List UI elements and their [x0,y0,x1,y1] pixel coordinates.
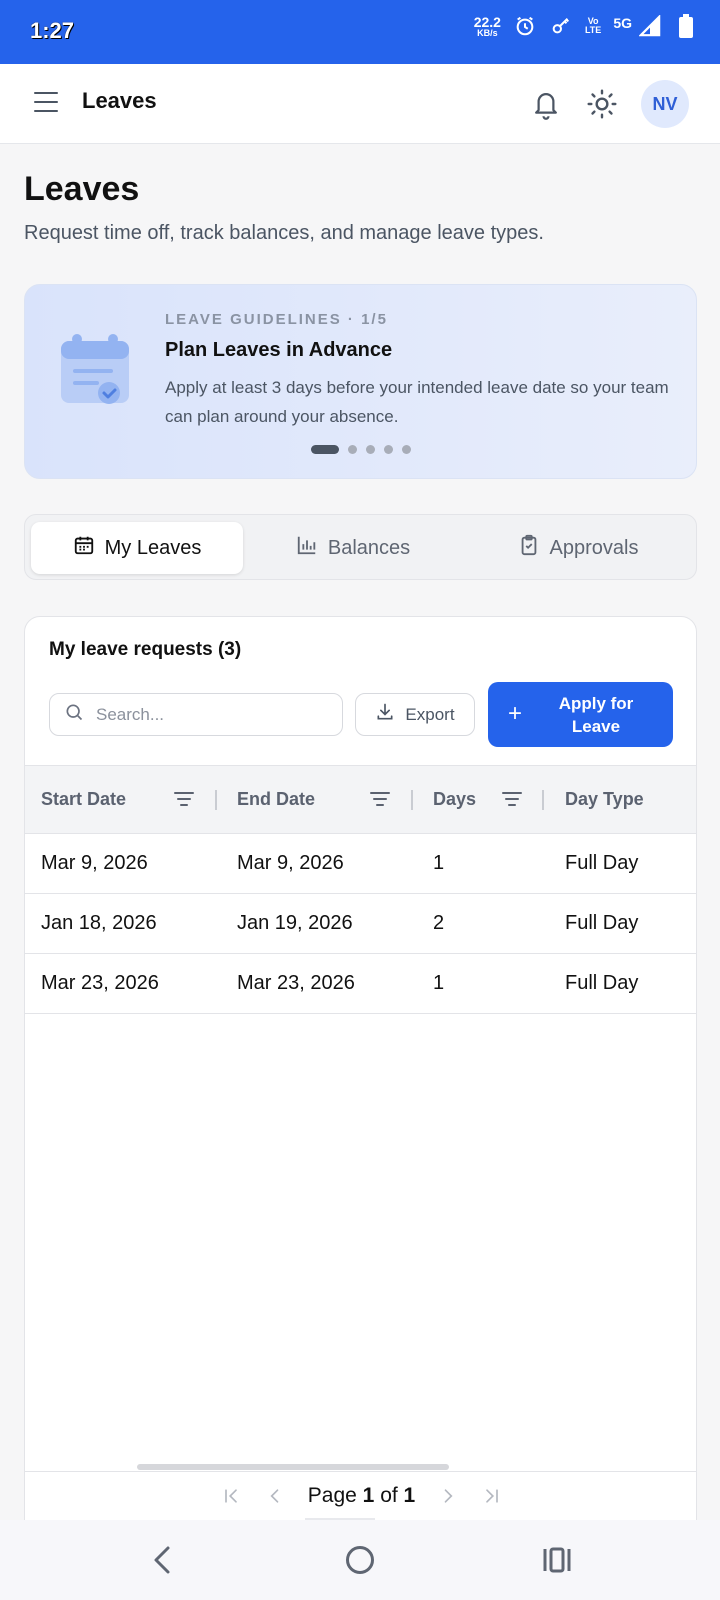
cell-start-date: Jan 18, 2026 [41,912,157,934]
signal-icon [638,14,662,38]
tab-label: Approvals [549,536,639,559]
guidelines-card[interactable]: LEAVE GUIDELINES · 1/5 Plan Leaves in Ad… [24,284,697,479]
volte-indicator: Vo LTE [585,17,601,35]
app-bar-title: Leaves [82,88,157,113]
menu-icon[interactable] [34,92,58,114]
filter-icon[interactable] [173,790,195,808]
back-icon[interactable] [150,1544,174,1576]
apply-for-leave-button[interactable]: + Apply for Leave [488,682,673,747]
table-row[interactable]: Mar 23, 2026 Mar 23, 2026 1 Full Day [25,954,696,1014]
tab-label: My Leaves [104,536,202,559]
cell-end-date: Mar 23, 2026 [237,972,355,994]
volte-bottom: LTE [584,25,602,35]
apply-label: Apply for Leave [558,694,634,736]
tab-approvals[interactable]: Approvals [465,522,691,574]
page-total: 1 [403,1484,416,1507]
carousel-dot[interactable] [311,445,339,454]
cell-day-type: Full Day [565,912,639,934]
network-speed: 22.2 KB/s [474,15,501,38]
avatar[interactable]: NV [641,80,689,128]
horizontal-scrollbar[interactable] [137,1464,449,1470]
last-page-icon[interactable] [481,1485,503,1507]
app-bar: Leaves NV [0,64,720,144]
column-header-days[interactable]: Days [433,766,476,833]
recent-apps-icon[interactable] [542,1546,572,1574]
table-row[interactable]: Jan 18, 2026 Jan 19, 2026 2 Full Day [25,894,696,954]
guidelines-eyebrow: LEAVE GUIDELINES · 1/5 [165,311,388,328]
battery-icon [674,14,698,38]
cell-days: 1 [433,852,445,874]
bell-icon[interactable] [531,88,561,120]
plus-icon: + [508,700,523,727]
guidelines-body: Apply at least 3 days before your intend… [165,378,669,426]
search-input[interactable]: Search... [49,693,343,736]
divider [25,1471,696,1472]
network-speed-unit: KB/s [477,27,498,38]
cell-days: 1 [433,972,445,994]
guidelines-title: Plan Leaves in Advance [165,339,393,361]
network-speed-value: 22.2 [473,13,501,30]
page-indicator: Page 1 of 1 [308,1484,415,1508]
carousel-dot[interactable] [384,445,393,454]
system-nav-bar [0,1520,720,1600]
table-header: Start Date End Date Days Day Type [25,765,696,834]
first-page-icon[interactable] [220,1485,242,1507]
tab-balances[interactable]: Balances [247,522,459,574]
page-of: of [380,1484,398,1507]
carousel-dot[interactable] [402,445,411,454]
tab-label: Balances [327,536,411,559]
filter-icon[interactable] [369,790,391,808]
leave-requests-panel: My leave requests (3) Search... Export +… [24,616,697,1600]
cell-days: 2 [433,912,445,934]
download-icon [375,702,395,727]
calendar-check-icon [59,331,131,409]
alarm-icon [513,14,537,38]
network-type: 5G [613,15,632,31]
tab-bar: My Leaves Balances Approvals [24,514,697,580]
page-title: Leaves [24,170,140,208]
carousel-dot[interactable] [348,445,357,454]
table-row[interactable]: Mar 9, 2026 Mar 9, 2026 1 Full Day [25,834,696,894]
cell-day-type: Full Day [565,852,639,874]
filter-icon[interactable] [501,790,523,808]
page-current: 1 [362,1484,375,1507]
carousel-dot[interactable] [366,445,375,454]
calendar-icon [73,534,95,562]
pagination: Page 1 of 1 [25,1473,696,1519]
status-icons: 22.2 KB/s Vo LTE 5G [474,14,698,38]
prev-page-icon[interactable] [264,1485,286,1507]
home-icon[interactable] [346,1546,374,1574]
status-bar: 1:27 22.2 KB/s Vo LTE 5G [0,0,720,64]
status-time: 1:27 [30,18,75,43]
column-header-end-date[interactable]: End Date [237,766,315,833]
sun-icon[interactable] [586,88,618,120]
column-header-day-type[interactable]: Day Type [565,766,644,833]
cell-end-date: Jan 19, 2026 [237,912,353,934]
search-placeholder: Search... [96,704,165,724]
tab-my-leaves[interactable]: My Leaves [31,522,243,574]
page-subtitle: Request time off, track balances, and ma… [24,222,544,244]
cell-day-type: Full Day [565,972,639,994]
export-button[interactable]: Export [355,693,475,736]
column-divider[interactable] [215,790,217,810]
page-prefix: Page [307,1484,357,1507]
next-page-icon[interactable] [437,1485,459,1507]
cell-start-date: Mar 9, 2026 [41,852,148,874]
clipboard-check-icon [518,534,540,562]
cell-end-date: Mar 9, 2026 [237,852,344,874]
search-icon [64,702,84,727]
column-divider[interactable] [411,790,413,810]
key-icon [549,14,573,38]
panel-title: My leave requests (3) [49,639,242,660]
bar-chart-icon [296,534,318,562]
export-label: Export [405,704,455,724]
cell-start-date: Mar 23, 2026 [41,972,159,994]
column-header-start-date[interactable]: Start Date [41,766,126,833]
column-divider[interactable] [542,790,544,810]
carousel-dots [311,445,411,454]
